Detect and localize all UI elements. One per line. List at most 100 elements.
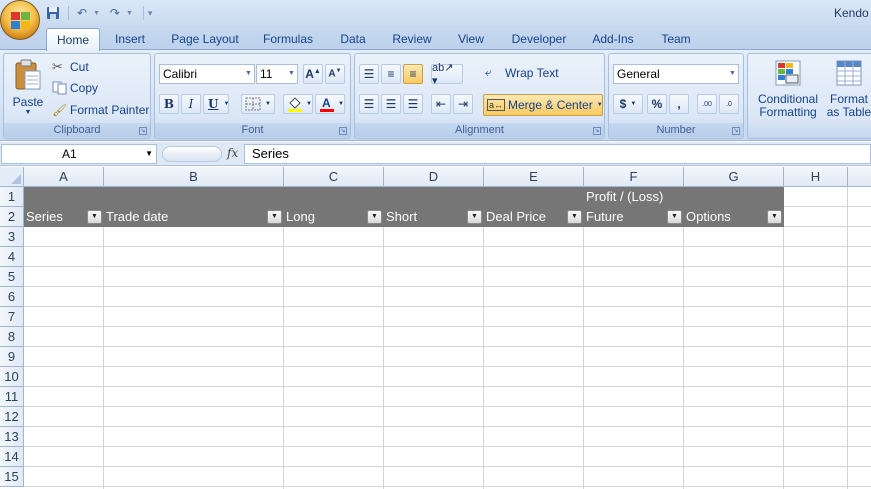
font-launcher-icon[interactable]: ↘ [339,127,347,135]
underline-button[interactable]: U ▼ [203,94,229,114]
increase-decimal-button[interactable]: .00 [697,94,717,114]
align-center-button[interactable]: ☰ [381,94,401,114]
formula-bar-resize-handle[interactable] [162,146,222,162]
row-header-8[interactable]: 8 [0,327,24,347]
row-header-1[interactable]: 1 [0,187,24,207]
grow-font-button[interactable]: A▲ [303,64,323,84]
column-header-c[interactable]: C [284,167,384,187]
decrease-indent-button[interactable]: ⇤ [431,94,451,114]
wrap-text-button[interactable]: ⤶ Wrap Text [485,65,559,80]
row-header-11[interactable]: 11 [0,387,24,407]
alignment-launcher-icon[interactable]: ↘ [593,127,601,135]
align-middle-button[interactable]: ≡ [381,64,401,84]
row-header-13[interactable]: 13 [0,427,24,447]
borders-button[interactable]: ▼ [241,94,275,114]
customize-qat-icon[interactable]: ▾ [148,8,153,19]
currency-button[interactable]: $ ▼ [613,94,643,114]
filter-dropdown-icon[interactable]: ▼ [87,210,102,224]
comma-label: , [677,97,681,111]
font-color-button[interactable]: A ▼ [315,94,345,114]
filter-dropdown-icon[interactable]: ▼ [267,210,282,224]
conditional-formatting-label-2: Formatting [759,105,817,119]
filter-dropdown-icon[interactable]: ▼ [767,210,782,224]
filter-dropdown-icon[interactable]: ▼ [667,210,682,224]
increase-indent-button[interactable]: ⇥ [453,94,473,114]
row-header-15[interactable]: 15 [0,467,24,487]
format-painter-button[interactable]: 🖌 Format Painter [52,103,149,117]
number-format-dropdown[interactable]: General ▼ [613,64,739,84]
tab-add-ins[interactable]: Add-Ins [586,30,640,50]
align-top-button[interactable]: ☰ [359,64,379,84]
tab-developer[interactable]: Developer [506,30,572,50]
cut-button[interactable]: ✂ Cut [52,59,89,75]
row-header-12[interactable]: 12 [0,407,24,427]
italic-button[interactable]: I [181,94,201,114]
tab-insert[interactable]: Insert [108,30,152,50]
bold-button[interactable]: B [159,94,179,114]
tab-home[interactable]: Home [46,28,100,51]
name-box[interactable]: A1 ▼ [1,144,157,164]
merge-center-button[interactable]: a↔ Merge & Center ▼ [483,94,603,116]
percent-button[interactable]: % [647,94,667,114]
tab-review[interactable]: Review [386,30,438,50]
font-family-dropdown[interactable]: Calibri ▼ [159,64,255,84]
column-header-h[interactable]: H [784,167,848,187]
row-header-14[interactable]: 14 [0,447,24,467]
filter-dropdown-icon[interactable]: ▼ [367,210,382,224]
clipboard-group-label: Clipboard [4,123,150,137]
office-button[interactable] [0,0,40,40]
column-header-e[interactable]: E [484,167,584,187]
undo-dropdown-icon[interactable]: ▼ [93,10,100,17]
font-size-dropdown[interactable]: 11 ▼ [256,64,298,84]
fill-color-dropdown-icon: ▼ [306,101,312,107]
filter-dropdown-icon[interactable]: ▼ [567,210,582,224]
insert-function-button[interactable]: fx [227,146,238,160]
orientation-button[interactable]: ab↗ ▾ [431,62,463,87]
tab-view[interactable]: View [452,30,490,50]
column-header-f[interactable]: F [584,167,684,187]
column-header-a[interactable]: A [24,167,104,187]
row-header-5[interactable]: 5 [0,267,24,287]
redo-icon[interactable]: ↷ [106,4,124,22]
comma-button[interactable]: , [669,94,689,114]
tab-data[interactable]: Data [334,30,372,50]
undo-icon[interactable]: ↶ [73,4,91,22]
paste-button[interactable]: Paste ▼ [8,56,48,120]
grow-font-icon: A▲ [305,67,321,81]
column-header-b[interactable]: B [104,167,284,187]
tab-formulas[interactable]: Formulas [258,30,318,50]
clipboard-launcher-icon[interactable]: ↘ [139,127,147,135]
paste-dropdown-icon[interactable]: ▼ [25,109,32,116]
conditional-formatting-button[interactable]: Conditional Formatting [752,56,824,122]
redo-dropdown-icon[interactable]: ▼ [126,10,133,17]
tab-page-layout[interactable]: Page Layout [166,30,244,50]
merge-center-dropdown-icon[interactable]: ▼ [597,102,603,108]
align-bottom-button[interactable]: ≡ [403,64,423,84]
copy-button[interactable]: Copy [52,81,98,95]
worksheet-grid[interactable]: A B C D E F G H 1 2 3 4 5 6 7 8 9 10 11 … [0,167,871,489]
save-icon[interactable] [44,4,62,22]
fill-color-button[interactable]: ▼ [283,94,313,114]
shrink-font-button[interactable]: A▼ [325,64,345,84]
row-header-9[interactable]: 9 [0,347,24,367]
row-header-10[interactable]: 10 [0,367,24,387]
column-header-g[interactable]: G [684,167,784,187]
column-header-i[interactable] [848,167,871,187]
column-header-d[interactable]: D [384,167,484,187]
row-header-6[interactable]: 6 [0,287,24,307]
align-right-button[interactable]: ☰ [403,94,423,114]
row-header-3[interactable]: 3 [0,227,24,247]
align-top-icon: ☰ [363,67,375,81]
header-trade-date[interactable]: Trade date [104,207,284,227]
format-as-table-button[interactable]: Format as Table [822,56,871,122]
row-header-2[interactable]: 2 [0,207,24,227]
tab-team[interactable]: Team [654,30,698,50]
number-launcher-icon[interactable]: ↘ [732,127,740,135]
filter-dropdown-icon[interactable]: ▼ [467,210,482,224]
row-header-7[interactable]: 7 [0,307,24,327]
align-left-button[interactable]: ☰ [359,94,379,114]
row-header-4[interactable]: 4 [0,247,24,267]
select-all-button[interactable] [0,167,24,187]
formula-input[interactable]: Series [244,144,871,164]
decrease-decimal-button[interactable]: .0 [719,94,739,114]
